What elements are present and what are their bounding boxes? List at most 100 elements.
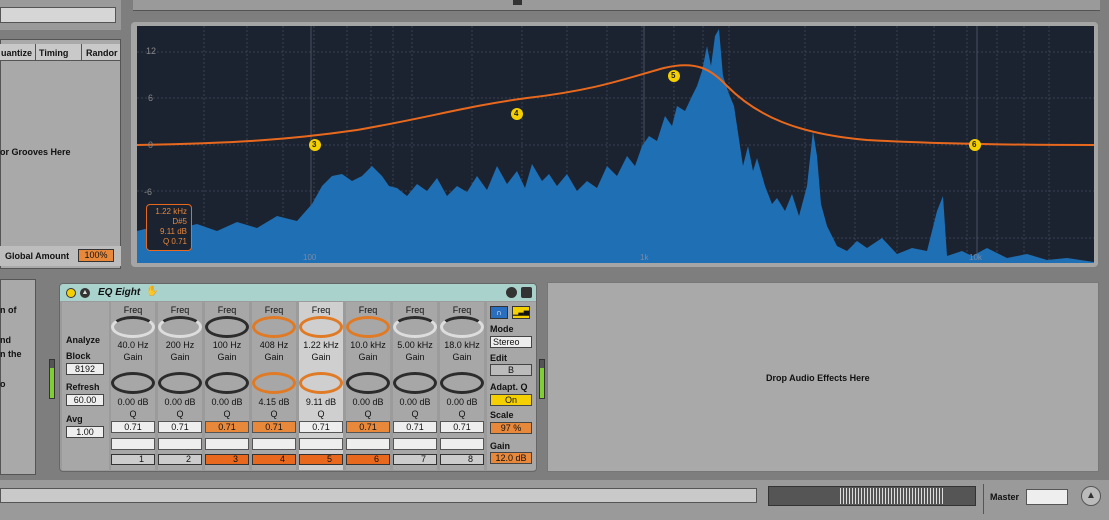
top-scroll-thumb[interactable]: [513, 0, 522, 5]
freq-value[interactable]: 5.00 kHz: [393, 340, 437, 350]
filter-type-select[interactable]: [252, 438, 296, 450]
device-on-toggle[interactable]: [66, 288, 76, 298]
x-label-100: 100: [303, 253, 317, 262]
freq-value[interactable]: 200 Hz: [158, 340, 202, 350]
gain-value[interactable]: 0.00 dB: [440, 397, 484, 407]
fragment-line: n the: [0, 349, 22, 359]
filter-type-select[interactable]: [205, 438, 249, 450]
groove-drop-text: or Grooves Here: [0, 147, 71, 157]
filter-type-select[interactable]: [111, 438, 155, 450]
freq-value[interactable]: 40.0 Hz: [111, 340, 155, 350]
freq-knob[interactable]: [205, 316, 249, 338]
freq-knob[interactable]: [440, 316, 484, 338]
gain-out-value[interactable]: 12.0 dB: [490, 452, 532, 464]
global-amount-value[interactable]: 100%: [78, 249, 114, 262]
gain-knob[interactable]: [393, 372, 437, 394]
freq-knob[interactable]: [158, 316, 202, 338]
band-toggle[interactable]: [346, 454, 390, 465]
gain-knob[interactable]: [346, 372, 390, 394]
filter-type-select[interactable]: [346, 438, 390, 450]
device-save-icon[interactable]: [521, 287, 532, 298]
output-meter-fill: [540, 368, 544, 398]
avg-value[interactable]: 1.00: [66, 426, 104, 438]
q-value[interactable]: 0.71: [393, 421, 437, 433]
gain-label: Gain: [311, 352, 331, 362]
tooltip-note: D#5: [172, 217, 187, 226]
gain-value[interactable]: 0.00 dB: [393, 397, 437, 407]
band-toggle[interactable]: [111, 454, 155, 465]
gain-value[interactable]: 9.11 dB: [299, 397, 343, 407]
filter-type-select[interactable]: [440, 438, 484, 450]
freq-value[interactable]: 18.0 kHz: [440, 340, 484, 350]
q-value[interactable]: 0.71: [440, 421, 484, 433]
gain-knob[interactable]: [440, 372, 484, 394]
eq-spectrum-display[interactable]: [137, 26, 1094, 263]
groove-col-quantize[interactable]: uantize: [1, 48, 32, 58]
freq-label: Freq: [358, 305, 378, 315]
freq-knob[interactable]: [252, 316, 296, 338]
band-5: Freq 1.22 kHz Gain 9.11 dB Q 0.71 5: [299, 302, 343, 470]
y-label-neg6: -6: [144, 187, 153, 197]
refresh-value[interactable]: 60.00: [66, 394, 104, 406]
freq-knob[interactable]: [111, 316, 155, 338]
block-select[interactable]: 8192: [66, 363, 104, 375]
q-value[interactable]: 0.71: [111, 421, 155, 433]
q-label: Q: [223, 409, 231, 419]
filter-type-select[interactable]: [299, 438, 343, 450]
band-toggle[interactable]: [299, 454, 343, 465]
band-toggle[interactable]: [205, 454, 249, 465]
q-value[interactable]: 0.71: [205, 421, 249, 433]
mode-select[interactable]: Stereo: [490, 336, 532, 348]
gain-knob[interactable]: [158, 372, 202, 394]
device-menu-icon[interactable]: [506, 287, 517, 298]
gain-value[interactable]: 0.00 dB: [111, 397, 155, 407]
q-value[interactable]: 0.71: [299, 421, 343, 433]
freq-knob[interactable]: [299, 316, 343, 338]
freq-label: Freq: [311, 305, 331, 315]
gain-value[interactable]: 0.00 dB: [205, 397, 249, 407]
groove-col-timing[interactable]: Timing: [39, 48, 68, 58]
freq-knob[interactable]: [346, 316, 390, 338]
q-label: Q: [129, 409, 137, 419]
gain-value[interactable]: 0.00 dB: [346, 397, 390, 407]
band-toggle[interactable]: [252, 454, 296, 465]
q-value[interactable]: 0.71: [252, 421, 296, 433]
gain-knob[interactable]: [111, 372, 155, 394]
band-toggle[interactable]: [440, 454, 484, 465]
band-number: 4: [280, 454, 286, 464]
gain-knob[interactable]: [205, 372, 249, 394]
filter-type-select[interactable]: [158, 438, 202, 450]
gain-knob[interactable]: [299, 372, 343, 394]
band-toggle[interactable]: [393, 454, 437, 465]
q-label: Q: [176, 409, 184, 419]
headphone-icon[interactable]: ∩: [490, 306, 508, 319]
q-value[interactable]: 0.71: [346, 421, 390, 433]
footer-scrollbar[interactable]: [0, 488, 757, 503]
adapt-q-toggle[interactable]: On: [490, 394, 532, 406]
edit-value[interactable]: B: [490, 364, 532, 376]
scale-value[interactable]: 97 %: [490, 422, 532, 434]
gain-value[interactable]: 4.15 dB: [252, 397, 296, 407]
node-6-label: 6: [972, 140, 977, 149]
expand-icon[interactable]: ▲: [1081, 486, 1101, 506]
freq-knob[interactable]: [393, 316, 437, 338]
q-value[interactable]: 0.71: [158, 421, 202, 433]
band-toggle[interactable]: [158, 454, 202, 465]
spectrum-icon[interactable]: ▁▃▅: [512, 306, 530, 319]
filter-type-select[interactable]: [393, 438, 437, 450]
groove-col-random[interactable]: Randor: [86, 48, 118, 58]
gain-knob[interactable]: [252, 372, 296, 394]
node-4-label: 4: [514, 109, 519, 118]
band-number: 5: [327, 454, 333, 464]
freq-value[interactable]: 408 Hz: [252, 340, 296, 350]
device-fold-icon[interactable]: ▲: [80, 288, 90, 298]
freq-value[interactable]: 10.0 kHz: [346, 340, 390, 350]
top-input-field[interactable]: [0, 7, 116, 23]
band-number: 7: [421, 454, 427, 464]
freq-value[interactable]: 1.22 kHz: [299, 340, 343, 350]
col-divider: [35, 44, 36, 61]
col-divider: [81, 44, 82, 61]
gain-value[interactable]: 0.00 dB: [158, 397, 202, 407]
gain-label: Gain: [452, 352, 472, 362]
freq-value[interactable]: 100 Hz: [205, 340, 249, 350]
